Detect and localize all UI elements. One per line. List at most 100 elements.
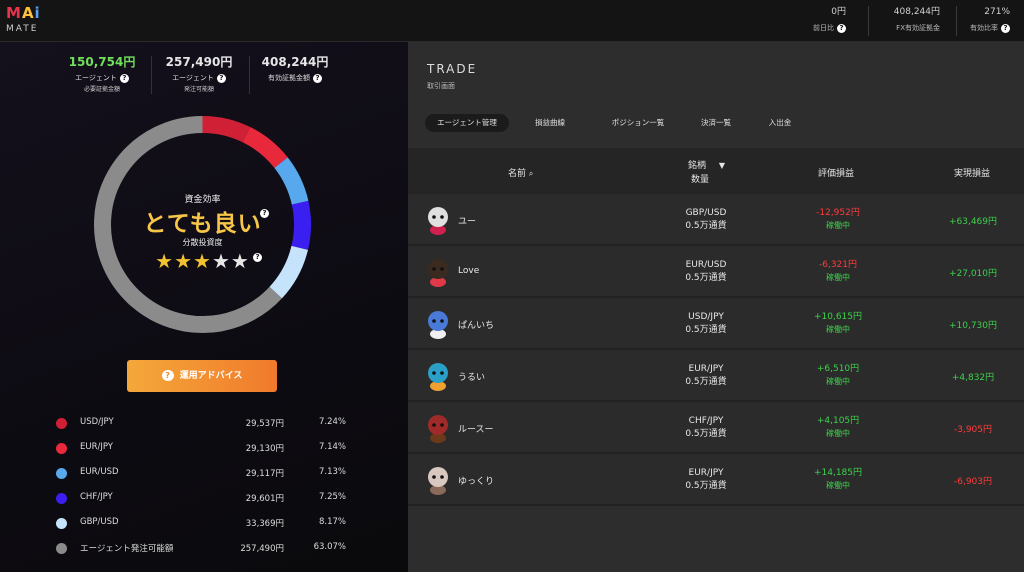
legend-item: エージェント発注可能額 257,490円 63.07% bbox=[56, 539, 356, 564]
agent-name[interactable]: Love bbox=[458, 266, 479, 276]
stat-value: 150,754円 bbox=[68, 55, 136, 69]
legend-amount: 29,601円 bbox=[245, 494, 284, 504]
tab-positions[interactable]: ポジション一覧 bbox=[595, 114, 681, 132]
header-stat-fx-equity: 408,244円 FX有効証拠金 bbox=[880, 6, 940, 36]
legend-name: USD/JPY bbox=[80, 417, 114, 427]
help-icon[interactable]: ? bbox=[253, 253, 262, 262]
logo-subtext: MATE bbox=[6, 24, 39, 34]
donut-center: 資金効率 とても良い ? 分散投資度 ★★★★★ ? bbox=[90, 112, 315, 337]
agent-name[interactable]: ゆっくり bbox=[458, 474, 494, 487]
qty-cell: 0.5万通貨 bbox=[685, 481, 727, 491]
legend-percent: 7.24% bbox=[318, 417, 346, 427]
legend-amount: 29,130円 bbox=[245, 444, 284, 454]
symbol-cell: CHF/JPY bbox=[688, 416, 724, 426]
legend-item: EUR/JPY 29,130円 7.14% bbox=[56, 439, 356, 464]
unrealized-pnl-cell: +6,510円 bbox=[816, 364, 860, 374]
star-filled-icon: ★ bbox=[155, 249, 175, 273]
agent-table-body: ユー GBP/USD 0.5万通貨 -12,952円 稼働中 +63,469円 Love E… bbox=[408, 194, 1024, 506]
stat-value: 257,490円 bbox=[165, 55, 233, 69]
realized-pnl-cell: +27,010円 bbox=[948, 269, 998, 279]
legend-color-dot bbox=[56, 468, 67, 479]
header-stat-value: 271% bbox=[984, 7, 1010, 17]
allocation-legend: USD/JPY 29,537円 7.24% EUR/JPY 29,130円 7.14% EU… bbox=[56, 414, 356, 564]
help-icon[interactable]: ? bbox=[1001, 23, 1010, 33]
legend-color-dot bbox=[56, 443, 67, 454]
realized-pnl-cell: +10,730円 bbox=[948, 321, 998, 331]
help-icon[interactable]: ? bbox=[216, 73, 226, 83]
status-badge: 稼働中 bbox=[826, 273, 850, 282]
star-empty-icon: ★ bbox=[230, 249, 250, 273]
column-name[interactable]: 名前 ⌕ bbox=[508, 166, 533, 179]
qty-cell: 0.5万通貨 bbox=[685, 429, 727, 439]
realized-pnl-cell: +63,469円 bbox=[948, 217, 998, 227]
agent-name[interactable]: ぱんいち bbox=[458, 318, 494, 331]
chat-bubble-icon: ? bbox=[161, 370, 174, 381]
agent-avatar-icon bbox=[428, 207, 448, 235]
agent-name[interactable]: ユー bbox=[458, 214, 476, 227]
star-rating: ★★★★★ bbox=[90, 249, 315, 273]
column-qty: 数量 bbox=[691, 175, 710, 185]
help-icon[interactable]: ? bbox=[837, 23, 846, 33]
stat-required-margin: 150,754円 エージェント? 必要証拠金額 bbox=[47, 55, 157, 95]
legend-name: エージェント発注可能額 bbox=[80, 544, 174, 554]
table-row[interactable]: ルースー CHF/JPY 0.5万通貨 +4,105円 稼働中 -3,905円 bbox=[408, 402, 1024, 454]
table-row[interactable]: ゆっくり EUR/JPY 0.5万通貨 +14,185円 稼働中 -6,903円 bbox=[408, 454, 1024, 506]
agent-avatar-icon bbox=[428, 311, 448, 339]
header-stat-label: 前日比 bbox=[813, 24, 834, 32]
qty-cell: 0.5万通貨 bbox=[685, 325, 727, 335]
help-icon[interactable]: ? bbox=[260, 209, 269, 218]
table-row[interactable]: Love EUR/USD 0.5万通貨 -6,321円 稼働中 +27,010円 bbox=[408, 246, 1024, 298]
help-icon[interactable]: ? bbox=[313, 73, 322, 83]
legend-amount: 29,117円 bbox=[245, 469, 284, 479]
tab-pnl-curve[interactable]: 損益曲線 bbox=[523, 114, 577, 132]
legend-item: CHF/JPY 29,601円 7.25% bbox=[56, 489, 356, 514]
legend-color-dot bbox=[56, 543, 67, 554]
tab-settlements[interactable]: 決済一覧 bbox=[691, 114, 741, 132]
header-stat-label: FX有効証拠金 bbox=[896, 24, 940, 32]
stat-sublabel: 必要証拠金額 bbox=[83, 86, 120, 93]
header-divider bbox=[868, 6, 869, 36]
legend-name: CHF/JPY bbox=[80, 492, 113, 502]
table-row[interactable]: うるい EUR/JPY 0.5万通貨 +6,510円 稼働中 +4,832円 bbox=[408, 350, 1024, 402]
stat-label: 有効証拠金額 bbox=[268, 74, 310, 82]
legend-color-dot bbox=[56, 418, 67, 429]
stat-label: エージェント bbox=[172, 74, 214, 82]
column-realized: 実現損益 bbox=[954, 169, 991, 179]
help-icon[interactable]: ? bbox=[119, 73, 129, 83]
unrealized-pnl-cell: +10,615円 bbox=[813, 312, 863, 322]
table-row[interactable]: ユー GBP/USD 0.5万通貨 -12,952円 稼働中 +63,469円 bbox=[408, 194, 1024, 246]
legend-amount: 257,490円 bbox=[240, 544, 284, 554]
legend-item: USD/JPY 29,537円 7.24% bbox=[56, 414, 356, 439]
filter-icon[interactable]: ▼ bbox=[719, 161, 725, 170]
advice-button[interactable]: ? 運用アドバイス bbox=[127, 360, 277, 392]
diversification-label: 分散投資度 bbox=[182, 238, 223, 247]
header-divider bbox=[956, 6, 957, 36]
symbol-cell: GBP/USD bbox=[685, 208, 727, 218]
legend-percent: 7.25% bbox=[318, 492, 346, 502]
header-stat-label: 有効比率 bbox=[970, 24, 998, 32]
agent-avatar-icon bbox=[428, 363, 448, 391]
star-filled-icon: ★ bbox=[174, 249, 194, 273]
agent-name[interactable]: ルースー bbox=[458, 422, 494, 435]
stat-effective-margin: 408,244円 有効証拠金額? bbox=[240, 55, 350, 83]
symbol-cell: EUR/USD bbox=[685, 260, 727, 270]
tab-deposit-withdraw[interactable]: 入出金 bbox=[757, 114, 803, 132]
legend-color-dot bbox=[56, 493, 67, 504]
tab-agent-management[interactable]: エージェント管理 bbox=[425, 114, 509, 132]
search-icon[interactable]: ⌕ bbox=[529, 169, 533, 178]
agent-avatar-icon bbox=[428, 415, 448, 443]
qty-cell: 0.5万通貨 bbox=[685, 377, 727, 387]
column-name-label: 名前 bbox=[508, 169, 527, 179]
agent-name[interactable]: うるい bbox=[458, 370, 485, 383]
legend-name: GBP/USD bbox=[80, 517, 119, 527]
table-row[interactable]: ぱんいち USD/JPY 0.5万通貨 +10,615円 稼働中 +10,730円 bbox=[408, 298, 1024, 350]
status-badge: 稼働中 bbox=[826, 429, 850, 438]
mai-mate-logo[interactable]: MAi MATE bbox=[6, 5, 46, 39]
legend-name: EUR/JPY bbox=[80, 442, 113, 452]
column-unrealized: 評価損益 bbox=[818, 169, 855, 179]
unrealized-pnl-cell: +14,185円 bbox=[813, 468, 863, 478]
agent-avatar-icon bbox=[428, 467, 448, 495]
legend-color-dot bbox=[56, 518, 67, 529]
legend-amount: 33,369円 bbox=[245, 519, 284, 529]
column-symbol[interactable]: 銘柄 ▼ bbox=[688, 158, 725, 171]
